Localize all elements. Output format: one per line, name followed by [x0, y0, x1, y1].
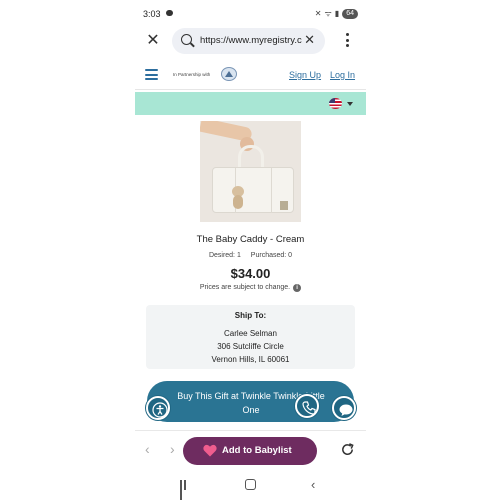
close-icon[interactable]: ✕	[145, 33, 161, 49]
product-quantities: Desired: 1 Purchased: 0	[135, 252, 366, 259]
hamburger-menu-icon[interactable]	[145, 69, 158, 80]
ship-to-heading: Ship To:	[234, 311, 267, 320]
product-price: $34.00	[230, 266, 271, 281]
system-nav-bar: ‹	[135, 472, 366, 500]
phone-icon[interactable]	[295, 394, 319, 418]
partner-text: In Partnership with	[173, 72, 211, 77]
add-to-babylist-button[interactable]: Add to Babylist	[183, 437, 317, 465]
signal-icon: ▮	[334, 9, 340, 18]
locale-bar	[135, 92, 366, 115]
price-note: Prices are subject to change. i	[135, 284, 366, 292]
status-bar: 3:03 ✕ ᯤ ▮ 64	[135, 0, 366, 26]
more-vert-icon[interactable]	[346, 33, 350, 49]
ship-to-name: Carlee Selman	[224, 329, 277, 338]
status-icons: ✕ ᯤ ▮ 64	[315, 8, 358, 19]
home-icon[interactable]	[245, 479, 256, 490]
add-to-babylist-label: Add to Babylist	[222, 445, 292, 456]
accessibility-icon[interactable]	[146, 396, 170, 420]
bottom-toolbar: ‹ › Add to Babylist	[135, 430, 366, 470]
price-note-text: Prices are subject to change.	[199, 284, 291, 291]
battery-icon: 64	[342, 8, 358, 19]
site-header: In Partnership with Sign Up Log In	[135, 62, 366, 90]
recents-icon[interactable]	[180, 480, 190, 500]
status-time: 3:03	[143, 9, 161, 19]
system-back-icon[interactable]: ‹	[311, 478, 315, 491]
us-flag-icon[interactable]	[329, 98, 342, 109]
chevron-down-icon[interactable]	[347, 102, 353, 106]
heart-icon	[203, 444, 217, 457]
message-notification-icon	[166, 10, 173, 16]
sign-up-link[interactable]: Sign Up	[289, 70, 321, 80]
url-field[interactable]: https://www.myregistry.c ✕	[172, 28, 325, 54]
back-arrow-icon[interactable]: ‹	[145, 441, 150, 457]
clear-url-icon[interactable]: ✕	[304, 33, 315, 47]
url-text[interactable]: https://www.myregistry.c	[200, 35, 306, 46]
search-icon	[181, 34, 192, 45]
log-in-link[interactable]: Log In	[330, 70, 355, 80]
reload-icon[interactable]	[340, 442, 355, 457]
ship-to-street: 306 Sutcliffe Circle	[217, 342, 284, 351]
wifi-icon: ᯤ	[324, 9, 332, 18]
partner-logo	[221, 67, 237, 81]
phone-screen: 3:03 ✕ ᯤ ▮ 64 ✕ https://www.myregistry.c…	[135, 0, 366, 500]
product-title: The Baby Caddy - Cream	[196, 234, 305, 245]
chat-icon[interactable]	[332, 396, 356, 420]
purchased-count: Purchased: 0	[250, 252, 293, 259]
ship-to-city: Vernon Hills, IL 60061	[211, 355, 290, 364]
info-icon[interactable]: i	[293, 284, 302, 292]
buy-gift-button[interactable]: Buy This Gift at Twinkle Twinkle Little …	[147, 381, 354, 422]
product-image	[200, 121, 301, 222]
mute-icon: ✕	[314, 9, 322, 18]
ship-to-box: Ship To: Carlee Selman 306 Sutcliffe Cir…	[146, 305, 355, 369]
browser-url-bar: ✕ https://www.myregistry.c ✕	[135, 27, 366, 57]
desired-count: Desired: 1	[208, 252, 241, 259]
forward-arrow-icon[interactable]: ›	[170, 441, 175, 457]
